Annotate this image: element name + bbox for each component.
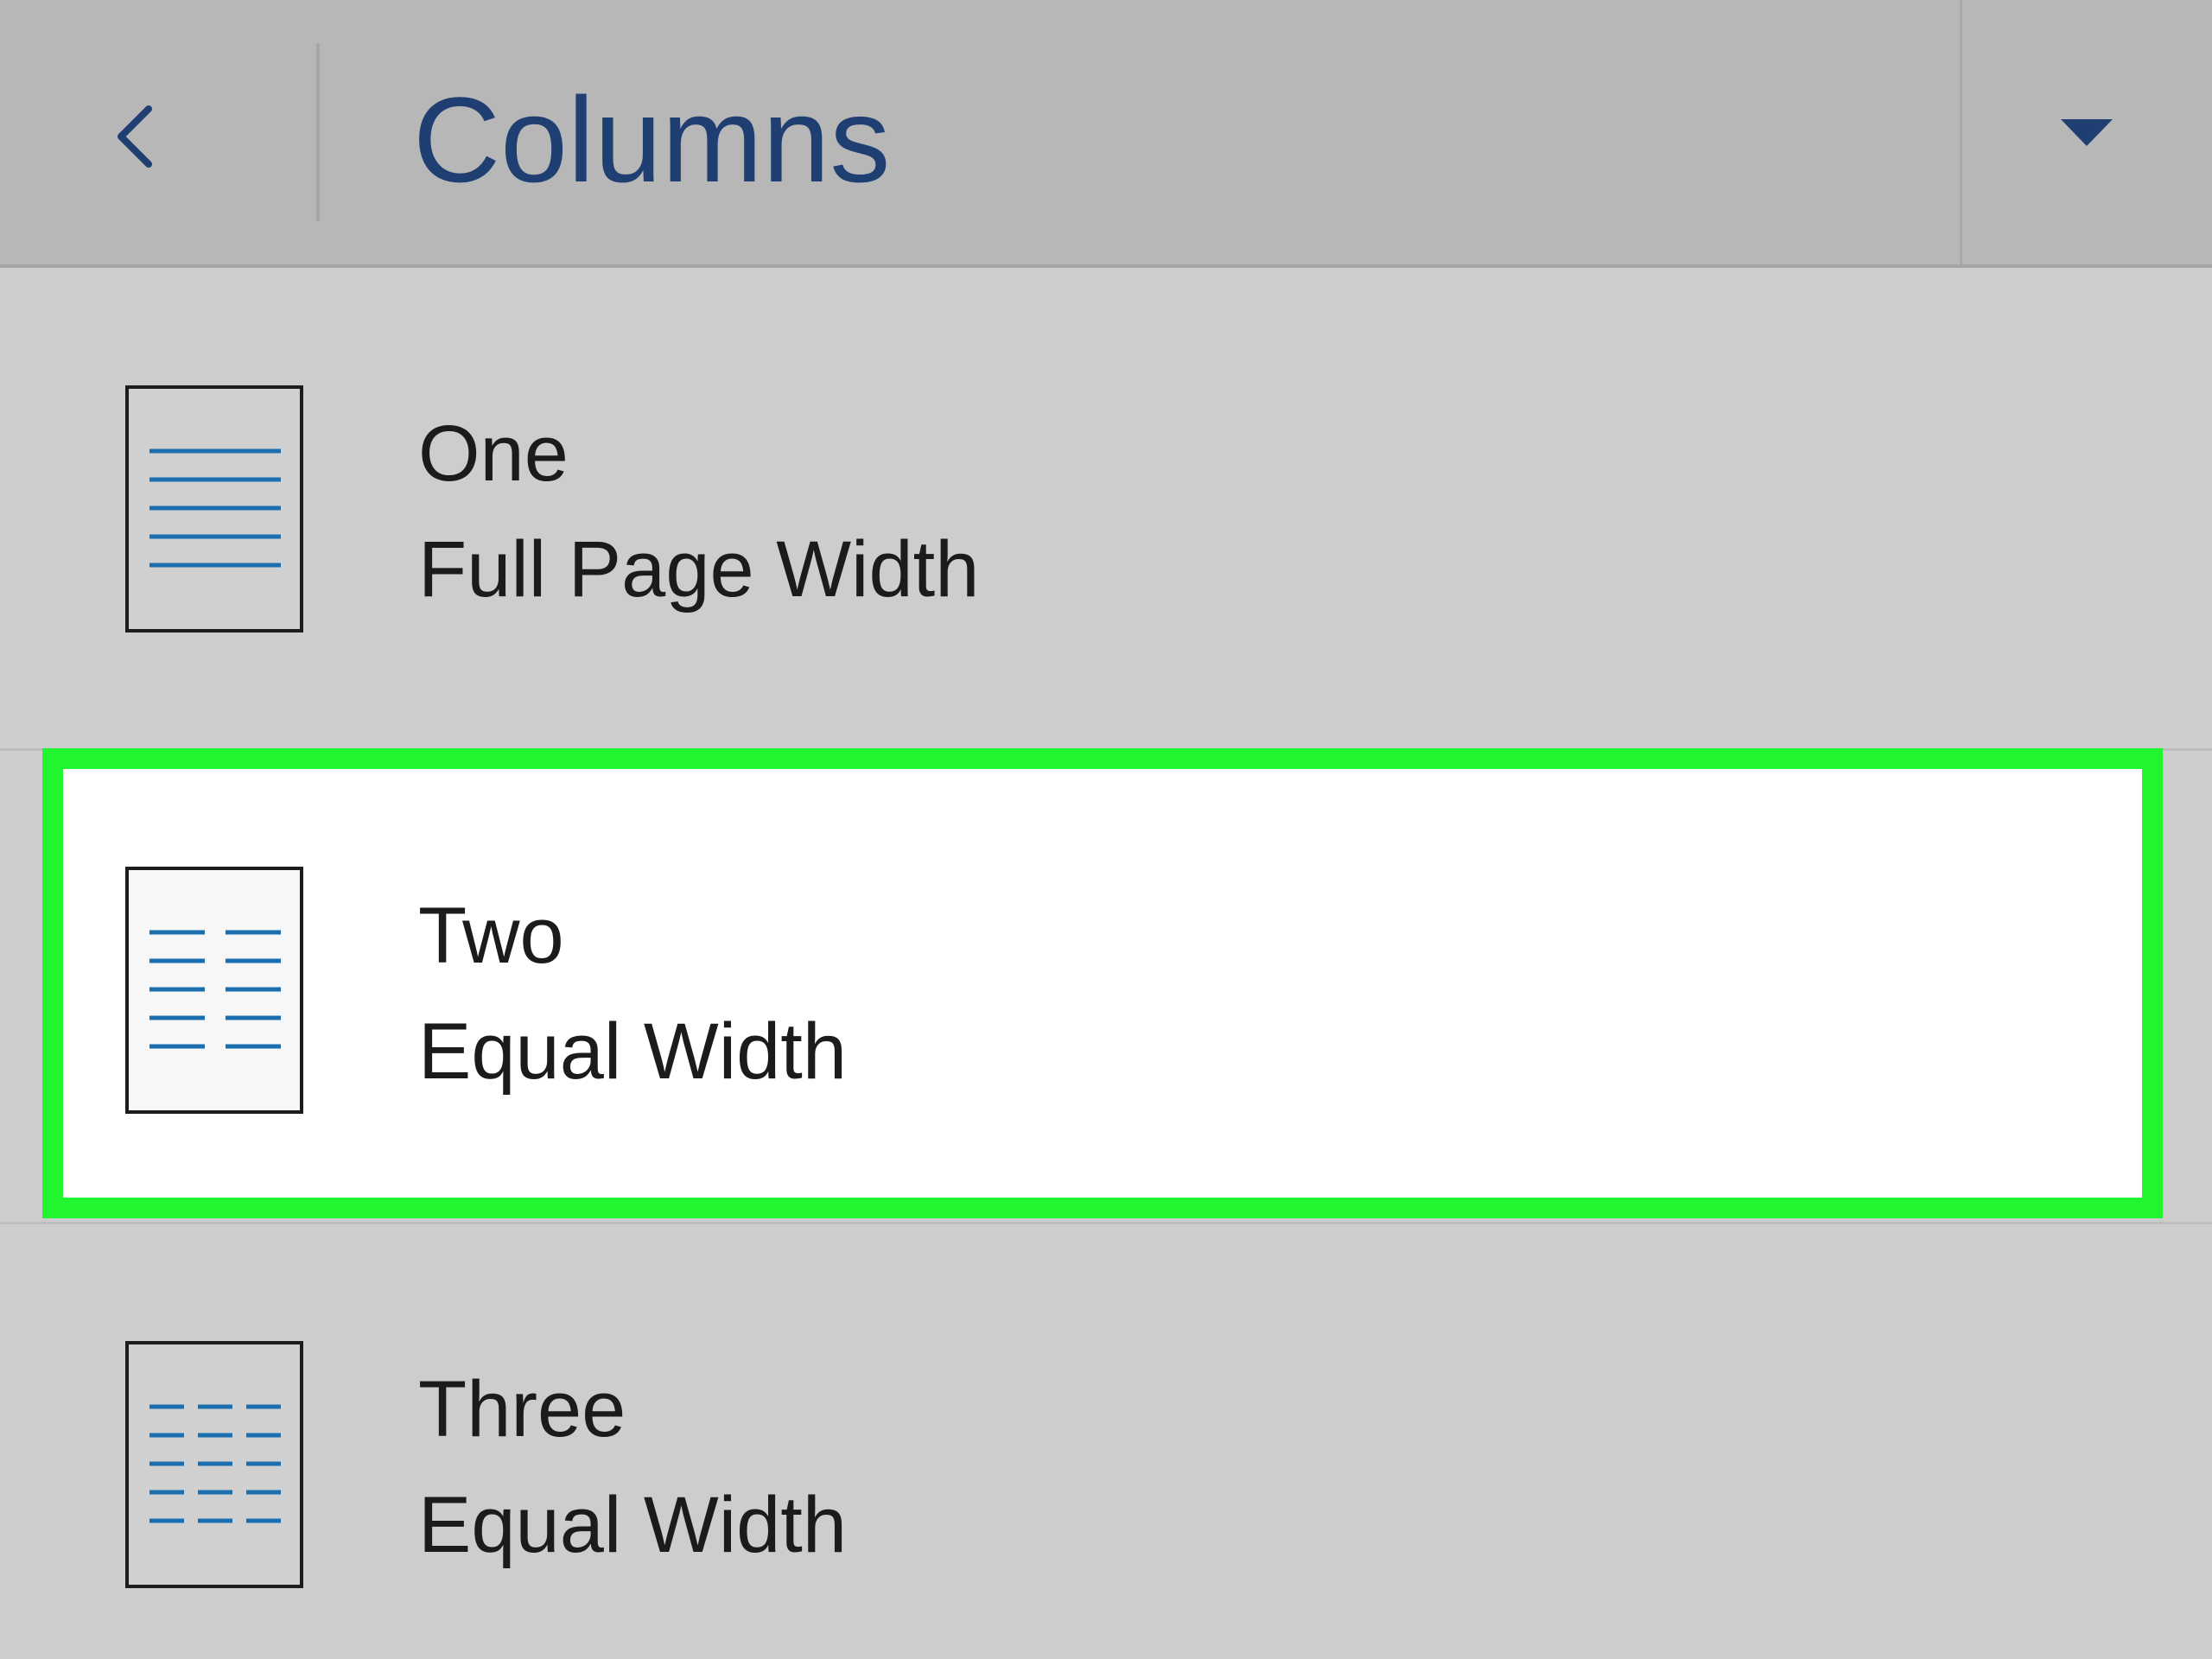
collapse-dropdown-button[interactable] [1962, 0, 2212, 264]
header-bar: Columns [0, 0, 2212, 268]
option-two-columns[interactable]: Two Equal Width [42, 748, 2163, 1218]
option-subtitle: Equal Width [418, 1481, 848, 1569]
option-one-column[interactable]: One Full Page Width [0, 268, 2212, 748]
option-title: Three [418, 1365, 626, 1453]
columns-panel: Columns One Full Page Width Two Equal Wi… [0, 0, 2212, 1659]
option-subtitle: Equal Width [418, 1007, 848, 1096]
back-button[interactable] [0, 0, 318, 264]
page-title: Columns [413, 72, 891, 207]
three-columns-icon [125, 1341, 303, 1588]
chevron-left-icon [118, 105, 152, 168]
caret-down-icon [2061, 119, 2113, 146]
two-columns-icon [125, 867, 303, 1114]
option-title: Two [418, 892, 564, 980]
option-title: One [418, 410, 569, 498]
one-column-icon [125, 385, 303, 632]
option-three-columns[interactable]: Three Equal Width [0, 1224, 2212, 1659]
header-divider [316, 43, 320, 221]
option-subtitle: Full Page Width [418, 525, 980, 613]
